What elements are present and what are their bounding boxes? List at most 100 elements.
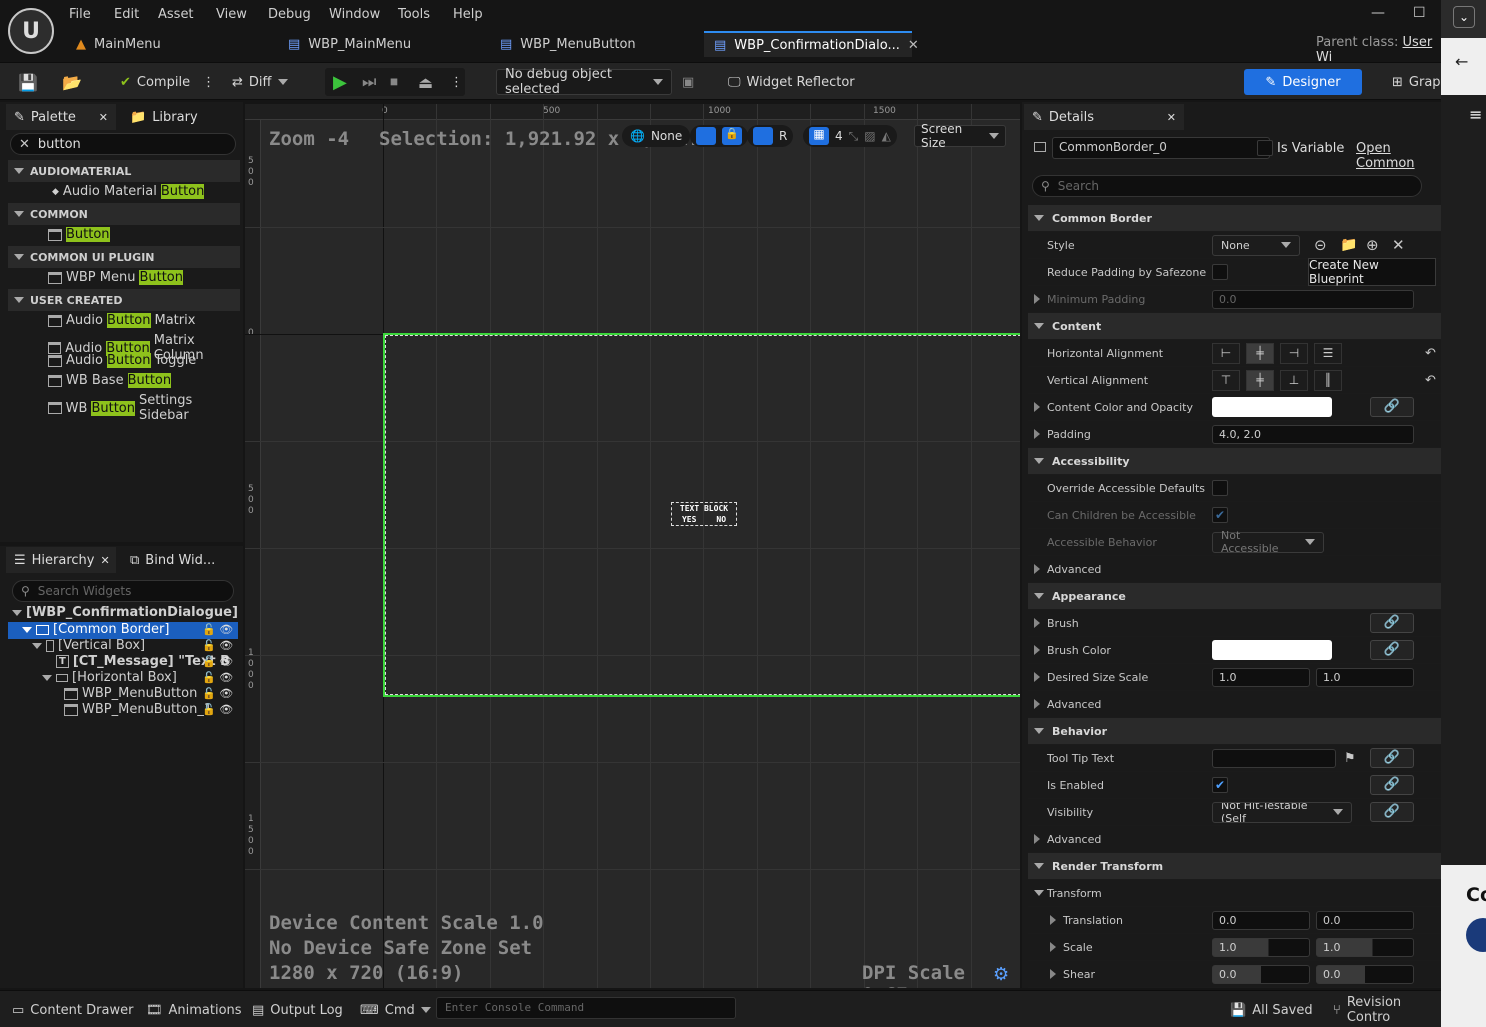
hierarchy-search[interactable]: ⚲ Search Widgets — [12, 580, 234, 602]
link-icon[interactable]: 🔗 — [1370, 802, 1414, 822]
compile-button[interactable]: ✔ Compile ⋮ — [120, 69, 215, 95]
avatar[interactable] — [1466, 918, 1486, 952]
hamburger-icon[interactable]: ≡ — [1469, 105, 1482, 124]
reduce-padding-checkbox[interactable] — [1212, 264, 1228, 280]
console-input[interactable]: Enter Console Command — [436, 997, 736, 1019]
layout-icon[interactable] — [753, 127, 773, 145]
content-drawer-button[interactable]: ▭ Content Drawer — [12, 999, 133, 1021]
category-user-created[interactable]: USER CREATED — [8, 289, 240, 311]
save-icon[interactable]: 💾 — [18, 69, 38, 95]
details-search-input[interactable]: Search — [1058, 179, 1099, 193]
link-icon[interactable]: 🔗 — [1370, 748, 1414, 768]
use-selected-icon[interactable]: ⊝ — [1314, 236, 1327, 254]
align-top-icon[interactable]: ⊤ — [1212, 369, 1240, 391]
tree-root[interactable]: [WBP_ConfirmationDialogue] — [12, 605, 238, 620]
category-common-ui-plugin[interactable]: COMMON UI PLUGIN — [8, 246, 240, 268]
palette-item[interactable]: Audio Button Matrix — [48, 313, 195, 328]
debug-object-dropdown[interactable]: No debug object selected — [496, 67, 672, 97]
designer-button[interactable]: ✎ Designer — [1244, 69, 1362, 95]
tab-hierarchy[interactable]: ☰ Hierarchy ✕ — [6, 547, 116, 573]
designer-canvas[interactable]: 0 500 1000 1500 500 0 500 1000 1500 Zoom… — [245, 104, 1020, 988]
lock-icon[interactable]: 🔓 👁 — [202, 622, 233, 638]
localization-dropdown[interactable]: 🌐 None — [622, 125, 691, 147]
section-accessibility[interactable]: Accessibility — [1028, 448, 1441, 475]
eject-icon[interactable]: ⏏ — [418, 69, 433, 95]
maximize-icon[interactable]: ☐ — [1413, 5, 1426, 21]
section-content[interactable]: Content — [1028, 313, 1441, 340]
widget-reflector-button[interactable]: 🖵 Widget Reflector — [728, 69, 855, 95]
align-vfill-icon[interactable]: ║ — [1314, 369, 1342, 391]
grid-icon[interactable]: ▦ — [809, 127, 829, 145]
link-icon[interactable]: 🔗 — [1370, 640, 1414, 660]
tab-details[interactable]: ✎ Details ✕ — [1024, 104, 1184, 130]
link-icon[interactable]: 🔗 — [1370, 775, 1414, 795]
desired-size-x-field[interactable]: 1.0 — [1212, 668, 1310, 687]
gear-icon[interactable]: ⚙ — [993, 964, 1009, 985]
lock-icon[interactable]: 🔓 👁 — [202, 638, 233, 654]
tab-mainmenu[interactable]: ▲ MainMenu — [76, 31, 161, 57]
lock-icon[interactable]: 🔓 👁 — [202, 654, 233, 670]
shear-y-field[interactable]: 0.0 — [1316, 965, 1414, 984]
row-advanced-2[interactable]: Advanced — [1028, 691, 1441, 718]
align-left-icon[interactable]: ⊢ — [1212, 342, 1240, 364]
confirmation-preview[interactable]: TEXT BLOCK YES NO — [671, 502, 737, 526]
reset-icon[interactable]: ↶ — [1425, 373, 1436, 388]
screen-size-dropdown[interactable]: Screen Size — [914, 122, 1006, 150]
animations-button[interactable]: 🎞 Animations — [146, 999, 242, 1021]
menu-edit[interactable]: Edit — [114, 7, 139, 22]
chevron-down-icon[interactable]: ⌄ — [1453, 6, 1475, 28]
scale-y-field[interactable]: 1.0 — [1316, 938, 1414, 957]
image-icon[interactable]: ▨ — [864, 129, 875, 143]
scale-icon[interactable]: ⤡ — [849, 129, 859, 144]
align-right-icon[interactable]: ⊣ — [1280, 342, 1308, 364]
min-padding-field[interactable]: 0.0 — [1212, 290, 1414, 309]
close-icon[interactable]: ✕ — [101, 554, 110, 567]
reset-icon[interactable]: ↶ — [1425, 346, 1436, 361]
link-icon[interactable]: 🔗 — [1370, 397, 1414, 417]
close-icon[interactable]: ✕ — [99, 111, 108, 124]
palette-search[interactable]: ✕ button — [10, 133, 236, 155]
hierarchy-search-input[interactable]: Search Widgets — [38, 584, 132, 598]
menu-view[interactable]: View — [216, 7, 247, 22]
tab-palette[interactable]: ✎ Palette ✕ — [6, 104, 116, 130]
palette-item[interactable]: Button — [48, 227, 110, 242]
tab-wbp-mainmenu[interactable]: ▤ WBP_MainMenu — [288, 31, 411, 57]
palette-item[interactable]: WBP Menu Button — [48, 270, 183, 285]
children-access-checkbox[interactable]: ✔ — [1212, 507, 1228, 523]
widget-name-field[interactable]: CommonBorder_0 — [1052, 137, 1270, 159]
section-appearance[interactable]: Appearance — [1028, 583, 1441, 610]
align-bottom-icon[interactable]: ⊥ — [1280, 369, 1308, 391]
brush-color-swatch[interactable] — [1212, 640, 1332, 660]
clear-search-icon[interactable]: ✕ — [19, 137, 30, 152]
is-enabled-checkbox[interactable]: ✔ — [1212, 777, 1228, 793]
lock-icon[interactable]: 🔓 👁 — [202, 702, 233, 718]
close-icon[interactable]: ✕ — [1167, 111, 1176, 124]
marquee-icon[interactable] — [696, 127, 716, 145]
menu-asset[interactable]: Asset — [158, 7, 194, 22]
graph-button[interactable]: ⊞ Grap — [1392, 69, 1441, 95]
tree-node[interactable]: WBP_MenuButton_1 — [64, 702, 212, 717]
flag-icon[interactable]: ⚑ — [1344, 751, 1356, 766]
step-icon[interactable]: ⏭ — [362, 69, 376, 95]
palette-search-input[interactable]: button — [38, 137, 81, 152]
close-tab-icon[interactable]: ✕ — [908, 38, 919, 53]
play-icon[interactable]: ▶ — [333, 69, 347, 95]
visibility-dropdown[interactable]: Not Hit-Testable (Self — [1212, 801, 1352, 823]
more-options-icon[interactable]: ⋮ — [202, 75, 215, 90]
tab-library[interactable]: 📁 Library — [122, 104, 206, 130]
link-icon[interactable]: 🔗 — [1370, 613, 1414, 633]
palette-item[interactable]: WB Button Settings Sidebar — [48, 393, 243, 423]
mirror-icon[interactable]: ◭ — [882, 129, 891, 143]
translation-x-field[interactable]: 0.0 — [1212, 911, 1310, 930]
menu-help[interactable]: Help — [453, 7, 483, 22]
diff-button[interactable]: ⇄ Diff — [232, 69, 288, 95]
palette-item[interactable]: ◆ Audio Material Button — [52, 184, 205, 199]
more-options-icon[interactable]: ⋮ — [450, 69, 463, 95]
menu-window[interactable]: Window — [329, 7, 380, 22]
tree-node[interactable]: [Vertical Box] — [32, 638, 145, 653]
palette-item[interactable]: WB Base Button — [48, 373, 172, 388]
translation-y-field[interactable]: 0.0 — [1316, 911, 1414, 930]
revision-control-button[interactable]: ⑂ Revision Contro — [1333, 995, 1441, 1025]
minimize-icon[interactable]: — — [1371, 5, 1385, 21]
cmd-dropdown[interactable]: ⌨ Cmd — [360, 999, 431, 1021]
